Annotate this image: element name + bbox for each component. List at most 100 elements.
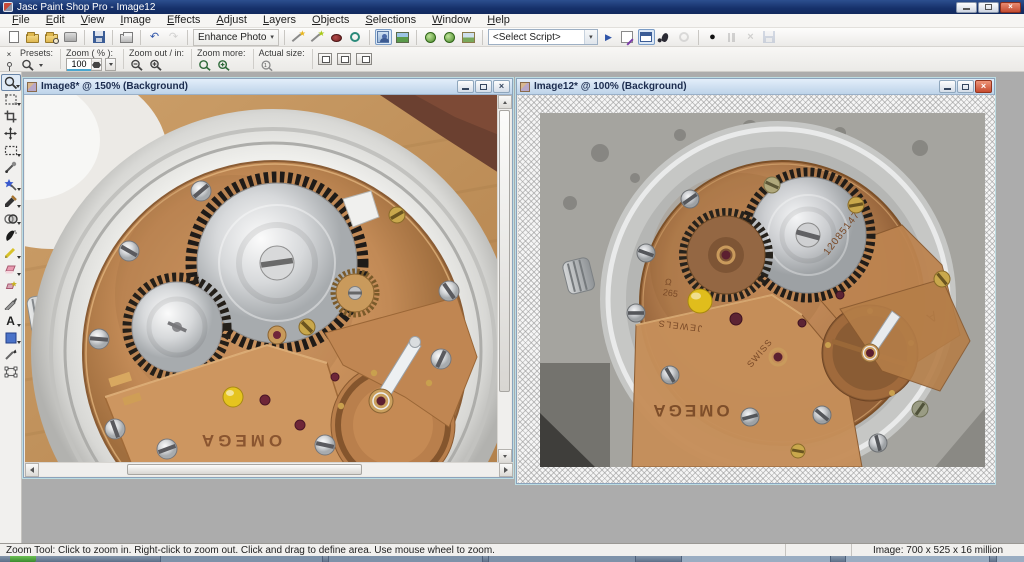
redo-button[interactable]: ↷ (165, 29, 182, 45)
right-minimize-button[interactable] (939, 80, 956, 93)
taskbar-button[interactable] (488, 556, 636, 562)
tool-paint-brush[interactable] (1, 193, 21, 210)
portrait-mode-button[interactable] (375, 29, 392, 45)
undo-button[interactable]: ↶ (146, 29, 163, 45)
start-button[interactable] (10, 556, 36, 562)
chevron-down-icon[interactable] (39, 64, 43, 67)
right-maximize-button[interactable] (957, 80, 974, 93)
landscape-mode-button[interactable] (394, 29, 411, 45)
left-canvas[interactable]: OMEGA (25, 95, 499, 463)
tool-eraser[interactable] (1, 261, 21, 278)
makeover-button[interactable] (347, 29, 364, 45)
menu-layers[interactable]: Layers (255, 14, 304, 27)
smart-photo-fix-button[interactable]: ★ (309, 29, 326, 45)
menu-image[interactable]: Image (112, 14, 159, 27)
green-adjust-1-button[interactable] (422, 29, 439, 45)
open-button[interactable] (24, 29, 41, 45)
save-recording-button[interactable] (761, 29, 778, 45)
actual-size-button[interactable]: 1 (259, 58, 275, 72)
zoom-out-button[interactable] (129, 58, 145, 72)
pause-recording-button[interactable] (723, 29, 740, 45)
close-button[interactable]: × (1000, 2, 1021, 13)
browse-button[interactable] (43, 29, 60, 45)
tool-deform[interactable] (1, 91, 21, 108)
horizontal-scroll-thumb[interactable] (127, 464, 362, 475)
right-window-titlebar[interactable]: Image12* @ 100% (Background) × (517, 79, 994, 95)
restore-button[interactable] (978, 2, 999, 13)
scan-button[interactable] (62, 29, 79, 45)
menu-view[interactable]: View (73, 14, 113, 27)
tool-zoom[interactable] (1, 74, 21, 91)
print-button[interactable] (118, 29, 135, 45)
zoom-more-out-button[interactable] (197, 58, 213, 72)
tool-airbrush[interactable] (1, 227, 21, 244)
taskbar-button[interactable] (845, 556, 990, 562)
right-canvas[interactable]: 12085147 Ω 265 JEWELS SWISS OMEGA A (518, 95, 995, 483)
menu-edit[interactable]: Edit (38, 14, 73, 27)
footprint-icon (661, 32, 670, 43)
tool-object-selector[interactable] (1, 363, 21, 380)
left-close-button[interactable]: × (493, 80, 510, 93)
save-button[interactable] (90, 29, 107, 45)
tool-magic-wand[interactable] (1, 176, 21, 193)
one-step-photo-fix-button[interactable]: ★ (290, 29, 307, 45)
start-recording-button[interactable]: ● (704, 29, 721, 45)
full-screen-button[interactable] (356, 53, 372, 65)
enhance-photo-button[interactable]: Enhance Photo ▾ (193, 29, 279, 46)
tool-lighten-darken[interactable] (1, 244, 21, 261)
presets-button[interactable] (20, 58, 36, 72)
menu-objects[interactable]: Objects (304, 14, 357, 27)
taskbar-button[interactable] (160, 556, 323, 562)
left-minimize-button[interactable] (457, 80, 474, 93)
toggle-script-execution-button[interactable] (638, 29, 655, 45)
spin-down-button[interactable] (92, 65, 101, 71)
select-script-combo[interactable]: <Select Script> ▾ (488, 29, 598, 45)
zoom-more-in-button[interactable] (216, 58, 232, 72)
menu-selections[interactable]: Selections (357, 14, 424, 27)
vertical-scroll-thumb[interactable] (499, 110, 510, 392)
taskbar-button[interactable] (681, 556, 831, 562)
menu-adjust[interactable]: Adjust (208, 14, 255, 27)
trace-script-button[interactable] (657, 29, 674, 45)
tool-dropper[interactable] (1, 159, 21, 176)
menu-help[interactable]: Help (479, 14, 518, 27)
app-titlebar[interactable]: Jasc Paint Shop Pro - Image12 × (0, 0, 1024, 14)
taskbar-tray[interactable] (996, 556, 1024, 562)
run-script-button[interactable]: ▶ (600, 29, 617, 45)
fit-to-image-button[interactable] (318, 53, 332, 65)
tool-scratch-remover[interactable] (1, 295, 21, 312)
left-window-titlebar[interactable]: Image8* @ 150% (Background) × (24, 79, 512, 95)
menu-window[interactable]: Window (424, 14, 479, 27)
right-close-button[interactable]: × (975, 80, 992, 93)
tool-preset-shapes[interactable] (1, 329, 21, 346)
tool-pen[interactable] (1, 346, 21, 363)
new-button[interactable] (5, 29, 22, 45)
left-vertical-scrollbar[interactable] (497, 95, 511, 463)
photo-adjust-button[interactable] (460, 29, 477, 45)
fit-to-window-button[interactable] (337, 53, 351, 65)
cancel-recording-button[interactable]: × (742, 29, 759, 45)
menu-file[interactable]: File (4, 14, 38, 27)
zoom-dropdown-button[interactable] (105, 58, 116, 71)
left-maximize-button[interactable] (475, 80, 492, 93)
tool-text[interactable]: A (1, 312, 21, 329)
stop-script-button[interactable] (676, 29, 693, 45)
taskbar-button[interactable] (328, 556, 483, 562)
green-adjust-2-button[interactable] (441, 29, 458, 45)
zoom-percent-value[interactable]: 100 (67, 59, 91, 71)
tool-clone-brush[interactable] (1, 210, 21, 227)
zoom-percent-spinner[interactable]: 100 (66, 58, 102, 71)
tool-selection[interactable] (1, 142, 21, 159)
zoom-in-button[interactable] (148, 58, 164, 72)
windows-taskbar[interactable] (0, 556, 1024, 562)
edit-script-button[interactable] (619, 29, 636, 45)
tool-crop[interactable] (1, 108, 21, 125)
palette-close-button[interactable]: × (4, 49, 15, 59)
palette-pin-button[interactable] (4, 59, 15, 69)
menu-effects[interactable]: Effects (159, 14, 208, 27)
minimize-button[interactable] (956, 2, 977, 13)
left-horizontal-scrollbar[interactable] (25, 462, 513, 476)
tool-background-eraser[interactable] (1, 278, 21, 295)
red-eye-removal-button[interactable] (328, 29, 345, 45)
tool-move[interactable] (1, 125, 21, 142)
